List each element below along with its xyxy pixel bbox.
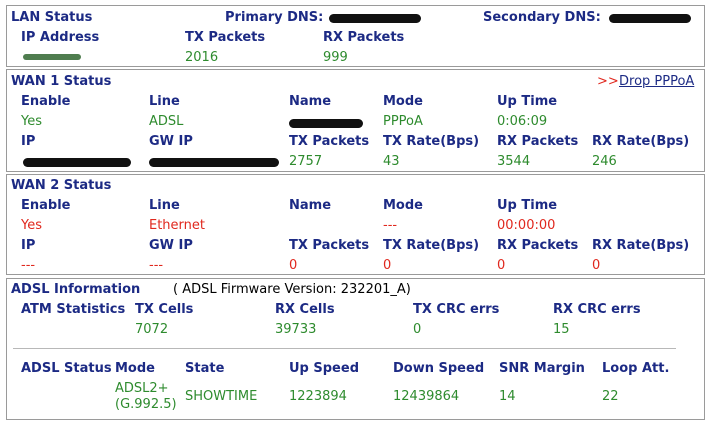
loop-att-label: Loop Att. [602,361,670,376]
wan1-ip-redacted [23,158,131,167]
wan1-status-title: WAN 1 Status [11,74,112,89]
wan1-tx-rate-value: 43 [383,154,400,169]
lan-rx-packets-value: 999 [323,50,348,65]
wan2-enable-value: Yes [21,218,42,233]
drop-pppoa-link[interactable]: Drop PPPoA [619,74,694,90]
snr-margin-label: SNR Margin [499,361,585,376]
down-speed-value: 12439864 [393,389,460,404]
wan2-line-value: Ethernet [149,218,205,233]
adsl-mode-value-line2: (G.992.5) [115,397,177,412]
lan-rx-packets-label: RX Packets [323,30,405,45]
wan1-name-label: Name [289,94,332,109]
tx-cells-value: 7072 [135,322,169,337]
wan1-gw-label: GW IP [149,134,193,149]
adsl-mode-value-line1: ADSL2+ [115,381,169,396]
wan2-tx-packets-value: 0 [289,258,298,273]
adsl-state-label: State [185,361,225,376]
lan-status-panel: LAN Status Primary DNS: Secondary DNS: I… [6,5,705,67]
rx-cells-value: 39733 [275,322,317,337]
wan2-tx-rate-label: TX Rate(Bps) [383,238,480,253]
wan1-rx-packets-value: 3544 [497,154,531,169]
primary-dns-redacted [329,14,421,23]
wan1-tx-rate-label: TX Rate(Bps) [383,134,480,149]
wan1-uptime-value: 0:06:09 [497,114,548,129]
up-speed-value: 1223894 [289,389,347,404]
wan2-status-panel: WAN 2 Status Enable Line Name Mode Up Ti… [6,174,705,275]
rx-crc-errs-label: RX CRC errs [553,302,641,317]
wan1-tx-packets-label: TX Packets [289,134,370,149]
snr-margin-value: 14 [499,389,516,404]
adsl-firmware-version: ( ADSL Firmware Version: 232201_A) [173,282,411,297]
lan-tx-packets-label: TX Packets [185,30,266,45]
rx-crc-errs-value: 15 [553,322,570,337]
wan2-rx-rate-label: RX Rate(Bps) [592,238,690,253]
adsl-mode-label: Mode [115,361,155,376]
wan2-rx-packets-value: 0 [497,258,506,273]
wan1-tx-packets-value: 2757 [289,154,323,169]
secondary-dns-label: Secondary DNS: [483,10,601,25]
wan1-line-value: ADSL [149,114,184,129]
tx-crc-errs-value: 0 [413,322,422,337]
rx-cells-label: RX Cells [275,302,335,317]
atm-statistics-label: ATM Statistics [21,302,126,317]
primary-dns-label: Primary DNS: [225,10,324,25]
wan2-rx-packets-label: RX Packets [497,238,579,253]
adsl-divider [13,348,676,349]
adsl-status-label: ADSL Status [21,361,112,376]
wan1-ip-label: IP [21,134,36,149]
wan1-mode-label: Mode [383,94,423,109]
wan2-gw-label: GW IP [149,238,193,253]
lan-ip-label: IP Address [21,30,100,45]
wan1-rx-rate-value: 246 [592,154,617,169]
wan1-enable-label: Enable [21,94,71,109]
down-speed-label: Down Speed [393,361,485,376]
wan2-ip-value: --- [21,258,36,273]
wan2-mode-value: --- [383,218,398,233]
drop-pppoa-prefix: >> [597,74,619,89]
wan1-enable-value: Yes [21,114,42,129]
adsl-information-title: ADSL Information [11,282,141,297]
wan1-status-panel: WAN 1 Status >> Drop PPPoA Enable Line N… [6,69,705,172]
secondary-dns-redacted [609,14,691,23]
wan1-rx-rate-label: RX Rate(Bps) [592,134,690,149]
wan2-mode-label: Mode [383,198,423,213]
adsl-information-panel: ADSL Information ( ADSL Firmware Version… [6,278,705,420]
loop-att-value: 22 [602,389,619,404]
wan2-enable-label: Enable [21,198,71,213]
adsl-state-value: SHOWTIME [185,389,258,404]
lan-tx-packets-value: 2016 [185,50,219,65]
wan2-line-label: Line [149,198,180,213]
tx-cells-label: TX Cells [135,302,194,317]
wan1-mode-value: PPPoA [383,114,423,129]
wan2-uptime-label: Up Time [497,198,558,213]
wan1-name-redacted [289,119,363,128]
wan2-tx-rate-value: 0 [383,258,392,273]
tx-crc-errs-label: TX CRC errs [413,302,500,317]
wan1-rx-packets-label: RX Packets [497,134,579,149]
wan2-rx-rate-value: 0 [592,258,601,273]
wan2-tx-packets-label: TX Packets [289,238,370,253]
wan1-line-label: Line [149,94,180,109]
wan1-gw-redacted [149,158,279,167]
wan2-gw-value: --- [149,258,164,273]
wan2-ip-label: IP [21,238,36,253]
lan-status-title: LAN Status [11,10,93,25]
up-speed-label: Up Speed [289,361,359,376]
lan-ip-redacted [23,54,81,60]
wan2-uptime-value: 00:00:00 [497,218,556,233]
wan1-uptime-label: Up Time [497,94,558,109]
wan2-status-title: WAN 2 Status [11,178,112,193]
wan2-name-label: Name [289,198,332,213]
